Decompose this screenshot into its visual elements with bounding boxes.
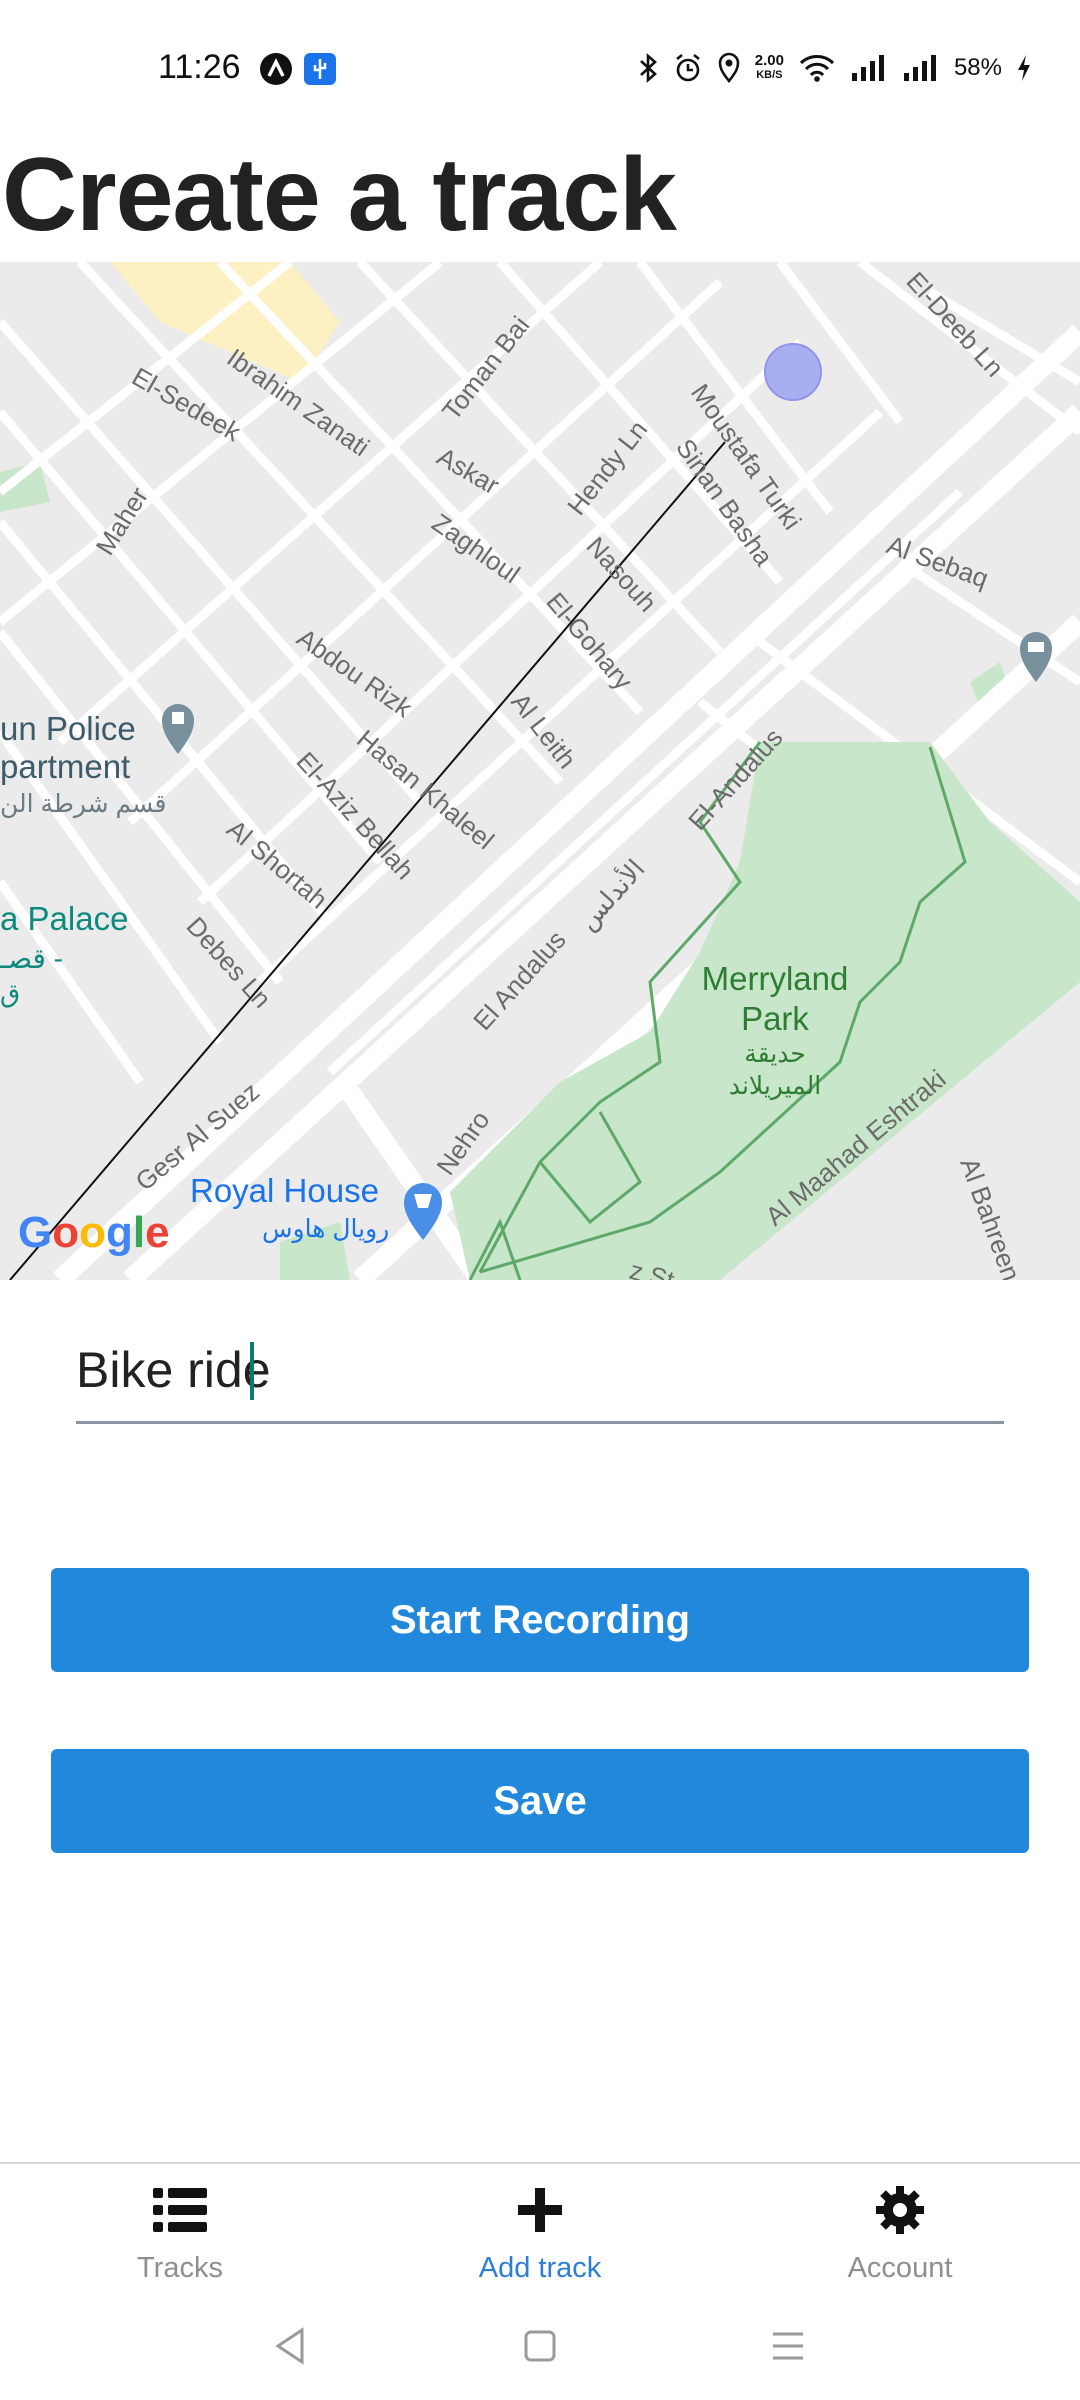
tab-label: Add track [478, 2252, 602, 2284]
save-button[interactable]: Save [51, 1749, 1029, 1853]
home-icon[interactable] [522, 2326, 558, 2371]
net-speed-unit: KB/S [756, 69, 783, 81]
park-label: Merryland [702, 960, 849, 997]
text-caret [250, 1342, 254, 1400]
page-title: Create a track [2, 137, 677, 253]
system-navigation-bar [0, 2302, 1080, 2400]
park-label: حديقة [744, 1040, 806, 1068]
place-label: رويال هاوس [262, 1215, 389, 1244]
usb-icon [304, 53, 336, 85]
current-location-dot [764, 343, 822, 401]
status-icons: 2.00 KB/S 58% [637, 48, 1032, 88]
wifi-icon [799, 55, 834, 82]
charging-icon [1018, 55, 1030, 81]
battery-level: 58% [953, 54, 1002, 81]
place-label: قسم شرطة الن [0, 790, 166, 819]
place-label: partment [0, 748, 130, 785]
back-icon[interactable] [272, 2326, 308, 2371]
signal-icon [851, 55, 884, 81]
park-label: Park [741, 1000, 809, 1037]
place-label: قصـ - [0, 943, 63, 974]
net-speed: 2.00 KB/S [755, 53, 784, 83]
tab-add-track[interactable]: Add track [390, 2164, 690, 2304]
tab-label: Tracks [137, 2252, 223, 2284]
gear-icon [876, 2180, 924, 2240]
status-bar: 11:26 2.00 KB/S 58% [0, 0, 1080, 135]
tab-account[interactable]: Account [750, 2164, 1050, 2304]
track-name-input[interactable] [76, 1320, 1004, 1420]
tab-tracks[interactable]: Tracks [30, 2164, 330, 2304]
bluetooth-icon [639, 53, 657, 83]
google-logo: Google [18, 1208, 170, 1257]
signal-icon [903, 55, 936, 81]
start-recording-button[interactable]: Start Recording [51, 1568, 1029, 1672]
bottom-tab-bar: Tracks Add track Account [0, 2162, 1080, 2302]
place-label: Royal House [190, 1172, 379, 1209]
place-label: a Palace [0, 900, 128, 937]
net-speed-value: 2.00 [754, 52, 784, 69]
list-icon [153, 2180, 207, 2240]
place-label: ق [0, 978, 20, 1008]
track-name-field[interactable] [76, 1320, 1004, 1424]
location-icon [718, 52, 740, 84]
menu-icon[interactable] [770, 2326, 806, 2371]
plus-icon [518, 2180, 562, 2240]
map-canvas[interactable]: El-Sedeek Ibrahim Zanati Toman Bai El-De… [0, 262, 1080, 1280]
status-time: 11:26 [158, 48, 241, 86]
app-notification-icon [260, 53, 292, 85]
park-label: الميريلاند [729, 1072, 821, 1101]
map-view[interactable]: El-Sedeek Ibrahim Zanati Toman Bai El-De… [0, 262, 1080, 1280]
place-label: un Police [0, 710, 136, 747]
alarm-icon [675, 53, 700, 82]
tab-label: Account [847, 2252, 953, 2284]
